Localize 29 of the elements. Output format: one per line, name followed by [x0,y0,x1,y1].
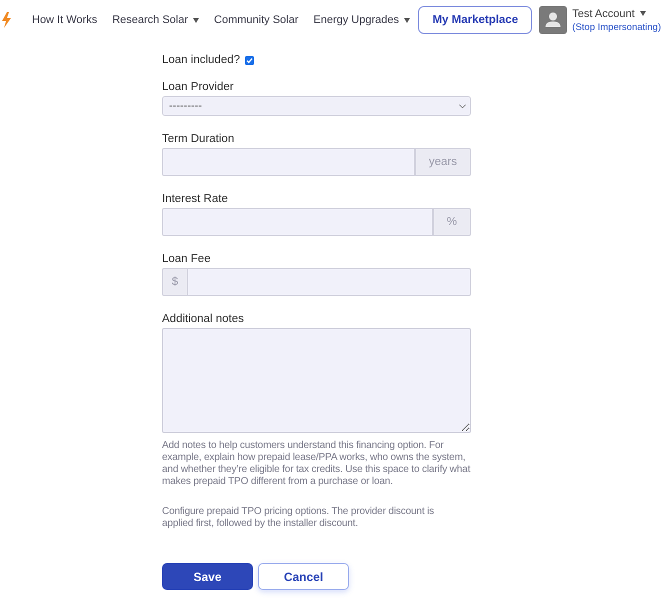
avatar-icon[interactable] [539,6,568,34]
field-label: Loan Fee [162,252,212,266]
account-menu-button[interactable]: Test Account [572,8,646,20]
field-label: Loan Provider [162,80,235,94]
nav-link[interactable]: Energy Upgrades [313,14,410,26]
save-button[interactable]: Save [162,563,253,590]
nav-link[interactable]: Research Solar [112,14,200,26]
chevron-down-icon [459,104,466,108]
cancel-button[interactable]: Cancel [258,563,349,590]
unit-addon: years [414,148,471,176]
loan-included-checkbox[interactable] [245,56,254,64]
field-label: Additional notes [162,312,245,326]
unit-addon: % [432,208,471,236]
help-text: Add notes to help customers understand this financing option. For example, explain how prepaid lease/PPA works, who owns the system, and whether they’re eligible for tax credits. Use this space to clarify what makes prepaid TPO different from a purchase or loan. [162,440,471,488]
loan-included-label: Loan included? [162,53,240,67]
unit-addon: $ [162,268,188,296]
help-text: Configure prepaid TPO pricing options. The provider discount is applied first, followed by the installer discount. [162,506,436,530]
input-field[interactable] [162,148,415,176]
provider-select[interactable]: --------- [162,96,471,116]
logo-icon[interactable] [0,12,12,28]
nav-link[interactable]: Community Solar [214,14,298,26]
marketplace-button[interactable]: My Marketplace [418,6,532,34]
input-field[interactable] [188,268,471,296]
stop-impersonating-link[interactable]: (Stop Impersonating) [572,22,661,32]
input-field[interactable] [162,208,433,236]
field-label: Term Duration [162,132,236,146]
field-label: Interest Rate [162,192,229,206]
notes-textarea[interactable] [162,328,471,433]
nav-link[interactable]: How It Works [32,14,98,26]
